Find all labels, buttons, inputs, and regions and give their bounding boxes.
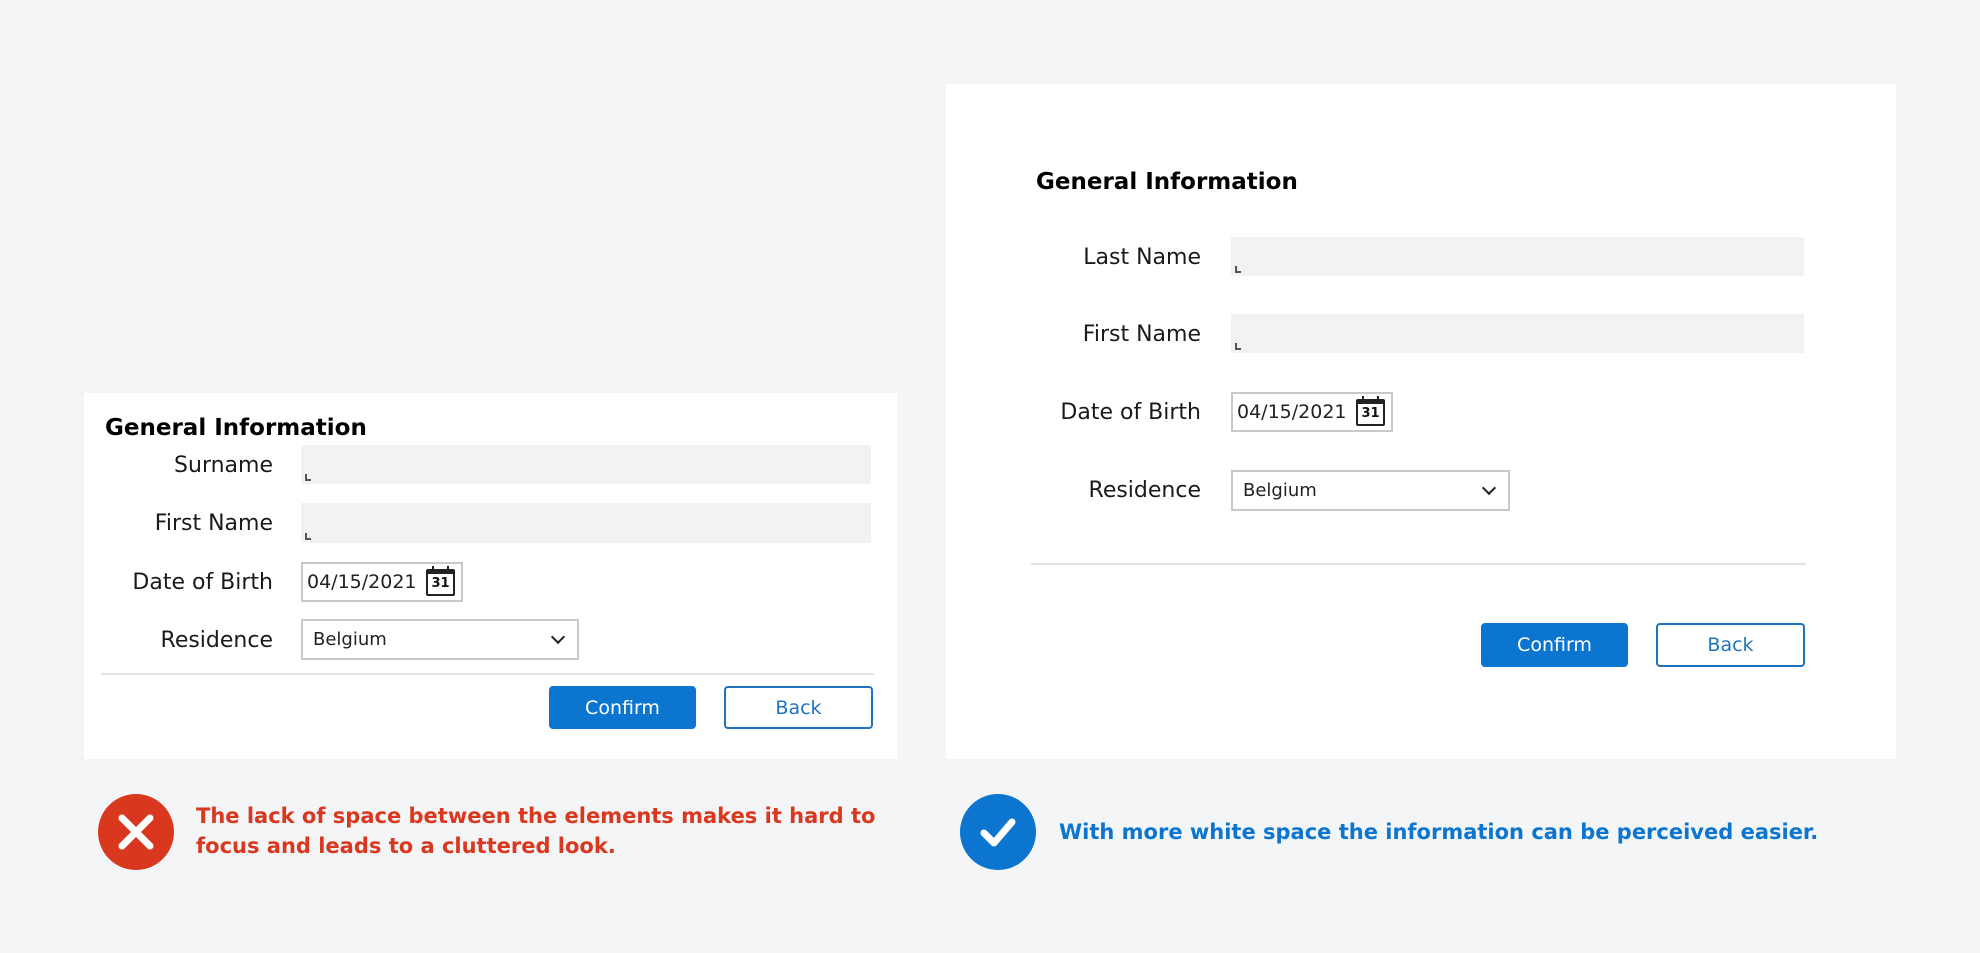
residence-label: Residence <box>160 628 273 653</box>
last-name-input[interactable] <box>1231 237 1804 276</box>
residence-select[interactable]: Belgium <box>301 619 579 660</box>
calendar-icon[interactable]: 31 <box>426 565 455 596</box>
chevron-down-icon <box>550 629 566 645</box>
residence-label: Residence <box>1088 478 1201 503</box>
calendar-icon[interactable]: 31 <box>1356 395 1385 426</box>
bad-example-badge <box>98 794 174 870</box>
chevron-down-icon <box>1481 480 1497 496</box>
form-divider <box>1031 563 1806 565</box>
date-of-birth-picker[interactable]: 04/15/2021 31 <box>1231 392 1393 432</box>
last-name-label: Last Name <box>1083 245 1201 270</box>
date-of-birth-label: Date of Birth <box>132 570 273 595</box>
spacious-form-title: General Information <box>1036 169 1298 195</box>
date-of-birth-label: Date of Birth <box>1060 400 1201 425</box>
text-cursor-icon <box>1235 266 1241 273</box>
first-name-input[interactable] <box>1231 314 1804 353</box>
residence-value: Belgium <box>313 629 387 650</box>
date-of-birth-value: 04/15/2021 <box>1237 401 1347 423</box>
cluttered-form-card: General Information Surname First Name D… <box>84 393 897 759</box>
checkmark-icon <box>980 818 1016 847</box>
residence-value: Belgium <box>1243 480 1317 501</box>
text-cursor-icon <box>305 533 311 540</box>
confirm-button[interactable]: Confirm <box>549 686 696 729</box>
spacious-form-card: General Information Last Name First Name… <box>946 84 1896 759</box>
first-name-label: First Name <box>1082 322 1201 347</box>
surname-input[interactable] <box>301 445 871 484</box>
date-of-birth-picker[interactable]: 04/15/2021 31 <box>301 562 463 602</box>
surname-label: Surname <box>174 453 273 478</box>
back-button[interactable]: Back <box>1656 623 1805 667</box>
text-cursor-icon <box>1235 343 1241 350</box>
good-example-badge <box>960 794 1036 870</box>
form-divider <box>101 673 874 675</box>
bad-example-caption: The lack of space between the elements m… <box>196 804 876 858</box>
cluttered-form-title: General Information <box>105 415 367 441</box>
first-name-label: First Name <box>154 511 273 536</box>
residence-select[interactable]: Belgium <box>1231 470 1510 511</box>
text-cursor-icon <box>305 474 311 481</box>
date-of-birth-value: 04/15/2021 <box>307 571 417 593</box>
confirm-button[interactable]: Confirm <box>1481 623 1628 667</box>
close-icon <box>118 814 154 850</box>
back-button[interactable]: Back <box>724 686 873 729</box>
good-example-caption: With more white space the information ca… <box>1059 820 1819 844</box>
first-name-input[interactable] <box>301 503 871 543</box>
